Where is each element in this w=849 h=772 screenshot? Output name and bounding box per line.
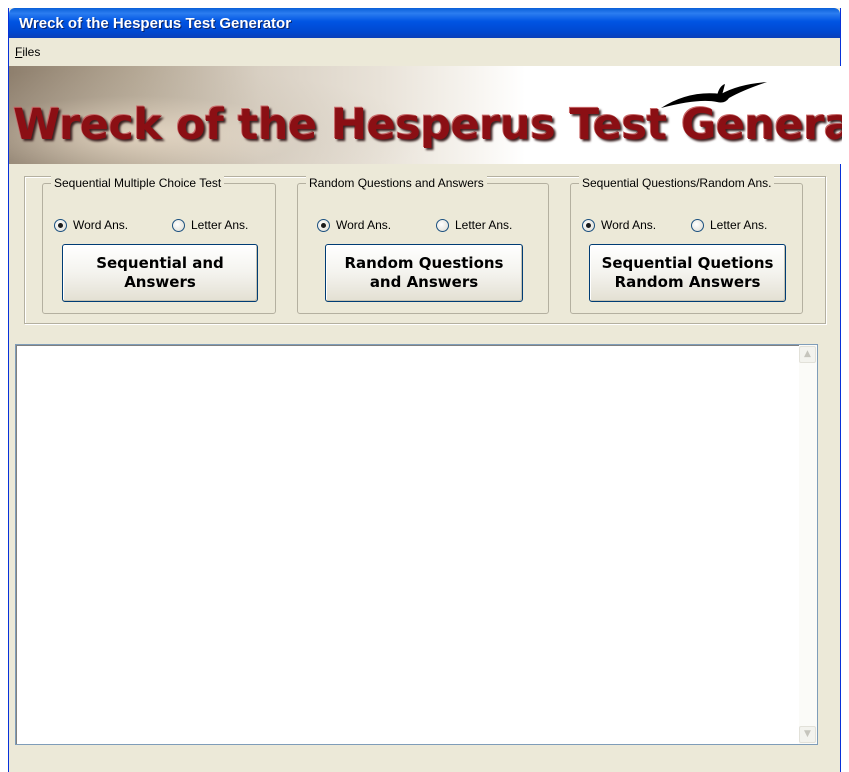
bird-icon	[661, 82, 767, 108]
radio-label: Letter Ans.	[710, 218, 768, 232]
radio-word-answers[interactable]: Word Ans.	[54, 218, 128, 232]
group-label: Sequential Multiple Choice Test	[51, 176, 225, 190]
group-sequential-multiple-choice: Sequential Multiple Choice Test Word Ans…	[42, 176, 276, 314]
radio-selected-icon	[317, 218, 330, 232]
menu-bar: Files	[9, 38, 840, 66]
radio-word-answers[interactable]: Word Ans.	[582, 218, 656, 232]
group-random-questions-answers: Random Questions and Answers Word Ans. L…	[297, 176, 549, 314]
radio-letter-answers[interactable]: Letter Ans.	[691, 218, 767, 232]
sequential-and-answers-button[interactable]: Sequential and Answers	[62, 244, 258, 302]
radio-label: Word Ans.	[73, 218, 129, 232]
radio-label: Letter Ans.	[455, 218, 513, 232]
radio-selected-icon	[54, 218, 67, 232]
scroll-up-icon[interactable]: ▲	[799, 346, 816, 363]
radio-unselected-icon	[436, 218, 449, 232]
vertical-scrollbar[interactable]: ▲ ▼	[799, 345, 817, 744]
window-title: Wreck of the Hesperus Test Generator	[19, 15, 292, 32]
radio-letter-answers[interactable]: Letter Ans.	[172, 218, 248, 232]
group-label: Sequential Questions/Random Ans.	[579, 176, 775, 190]
output-textarea[interactable]	[15, 344, 818, 745]
radio-label: Word Ans.	[336, 218, 392, 232]
radio-label: Word Ans.	[601, 218, 657, 232]
radio-label: Letter Ans.	[191, 218, 249, 232]
group-sequential-questions-random-answers: Sequential Questions/Random Ans. Word An…	[570, 176, 803, 314]
scroll-down-icon[interactable]: ▼	[799, 726, 816, 743]
radio-word-answers[interactable]: Word Ans.	[317, 218, 391, 232]
menu-files[interactable]: Files	[15, 45, 40, 59]
radio-selected-icon	[582, 218, 595, 232]
random-questions-answers-button[interactable]: Random Questions and Answers	[325, 244, 523, 302]
title-bar[interactable]: Wreck of the Hesperus Test Generator	[9, 8, 840, 38]
sequential-questions-random-answers-button[interactable]: Sequential Quetions Random Answers	[589, 244, 786, 302]
radio-letter-answers[interactable]: Letter Ans.	[436, 218, 512, 232]
radio-unselected-icon	[172, 218, 185, 232]
group-label: Random Questions and Answers	[306, 176, 487, 190]
header-banner: Wreck of the Hesperus Test Generator	[9, 66, 842, 164]
radio-unselected-icon	[691, 218, 704, 232]
menu-files-label: iles	[22, 45, 41, 59]
